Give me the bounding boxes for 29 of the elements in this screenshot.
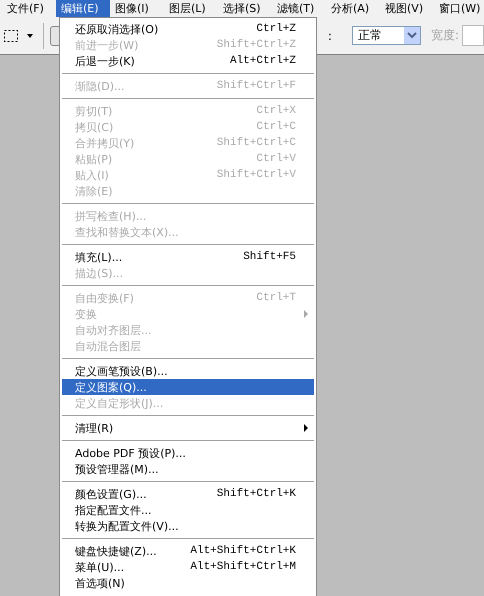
style-label: : [328,28,332,42]
menu-item[interactable]: 后退一步(K) Alt+Ctrl+Z [62,53,314,69]
menu-title[interactable]: 滤镜(T) [272,0,326,17]
mode-select[interactable]: 正常 [352,26,421,45]
menu-title[interactable]: 图层(L) [164,0,218,17]
menu-title[interactable]: 窗口(W) [434,0,484,17]
menu-title[interactable]: 视图(V) [380,0,434,17]
menu-item[interactable]: 菜单(U)... Alt+Shift+Ctrl+M [62,559,314,575]
caret-icon[interactable] [27,34,33,38]
menu-title[interactable]: 图像(I) [110,0,164,17]
menu-item[interactable]: 定义图案(Q)... [62,379,314,395]
menu-item[interactable]: 还原取消选择(O) Ctrl+Z [62,21,314,37]
menu-item[interactable]: 颜色设置(G)... Shift+Ctrl+K [62,486,314,502]
menu-item[interactable]: Adobe PDF 预设(P)... [62,445,314,461]
width-label: 宽度: [430,27,459,44]
menu-item[interactable]: 清理(R) [62,420,314,436]
menu-item[interactable]: 预设管理器(M)... [62,461,314,477]
menu-item[interactable]: 填充(L)... Shift+F5 [62,249,314,265]
width-field[interactable] [462,25,484,46]
menu-title[interactable]: 分析(A) [326,0,380,17]
menu-item[interactable]: 转换为配置文件(V)... [62,518,314,534]
marquee-icon[interactable] [3,28,19,44]
menu-item[interactable]: 指定配置文件... [62,502,314,518]
menu-item[interactable]: 定义画笔预设(B)... [62,363,314,379]
menu-title[interactable]: 选择(S) [218,0,272,17]
menu-item[interactable]: 键盘快捷键(Z)... Alt+Shift+Ctrl+K [62,543,314,559]
menu-title[interactable]: 编辑(E) [56,0,110,17]
menu-item[interactable]: 首选项(N) [62,575,314,591]
menu-title[interactable]: 文件(F) [2,0,56,17]
